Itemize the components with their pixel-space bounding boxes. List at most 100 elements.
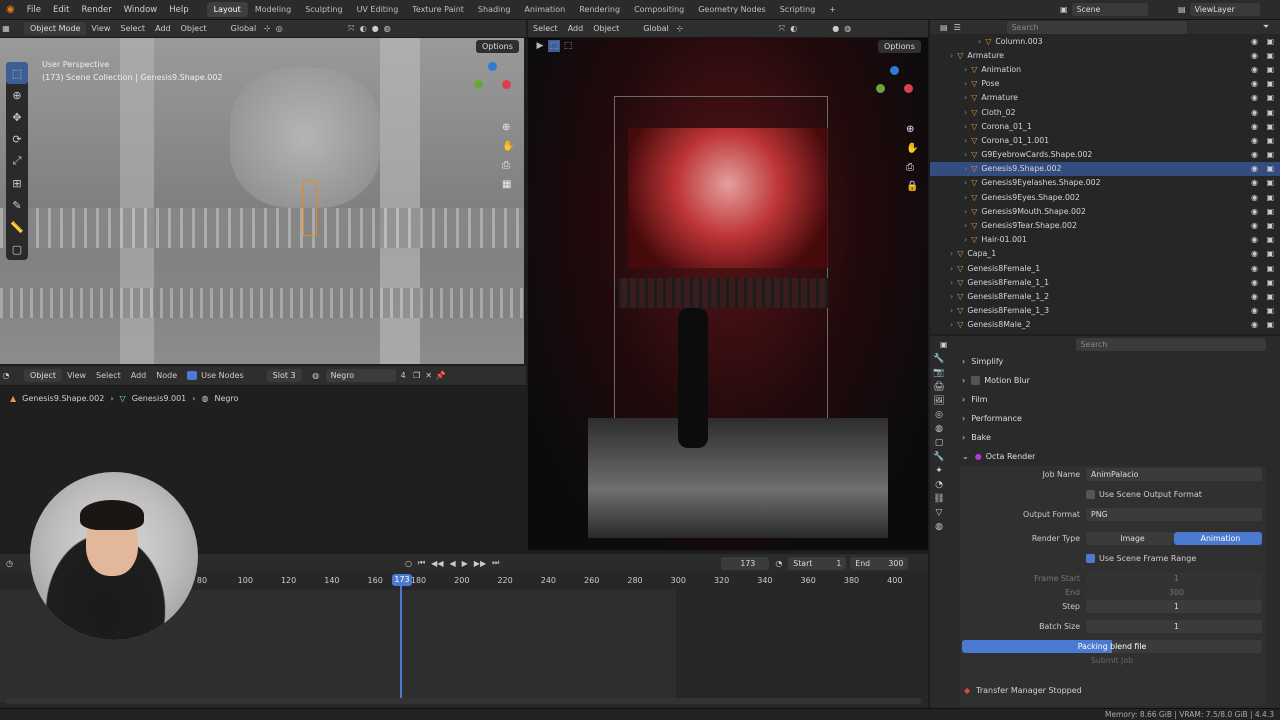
right-transform-dropdown[interactable]: Global bbox=[638, 24, 674, 33]
playhead[interactable] bbox=[400, 574, 402, 698]
outliner-row[interactable]: › ▽ Genesis8Female_1 ◉ ▣ bbox=[930, 261, 1280, 275]
right-zoom-icon[interactable]: ⊕ bbox=[906, 124, 918, 135]
tool-tab-icon[interactable]: 🔧 bbox=[933, 354, 944, 364]
properties-search[interactable]: Search bbox=[1075, 337, 1266, 351]
node-menu-add[interactable]: Add bbox=[126, 371, 152, 380]
viewport-menu-object[interactable]: Object bbox=[176, 24, 212, 33]
camera-icon[interactable]: ⎙ bbox=[502, 160, 514, 171]
outliner-row[interactable]: › ▽ Genesis8Female_1_1 ◉ ▣ bbox=[930, 275, 1280, 289]
pin-icon[interactable]: 📌 bbox=[435, 370, 447, 382]
navigation-gizmo[interactable] bbox=[470, 58, 516, 104]
visibility-eye-icon[interactable]: ◉ bbox=[1251, 249, 1258, 258]
right-select-box-icon[interactable]: ⬚ bbox=[548, 40, 560, 52]
render-visibility-icon[interactable]: ▣ bbox=[1266, 278, 1274, 287]
expand-icon[interactable]: › bbox=[950, 264, 953, 273]
scene-name[interactable]: Scene bbox=[1071, 3, 1148, 16]
use-nodes-checkbox[interactable] bbox=[187, 371, 198, 380]
expand-icon[interactable]: › bbox=[964, 178, 967, 187]
view-layer-selector[interactable]: ▤ ViewLayer bbox=[1178, 3, 1260, 16]
outliner-type-icon[interactable]: ▤ bbox=[940, 23, 948, 32]
visibility-eye-icon[interactable]: ◉ bbox=[1251, 164, 1258, 173]
tab-texture-paint[interactable]: Texture Paint bbox=[405, 2, 471, 17]
render-visibility-icon[interactable]: ▣ bbox=[1266, 150, 1274, 159]
expand-icon[interactable]: › bbox=[964, 93, 967, 102]
editor-type-icon[interactable]: ▦ bbox=[0, 23, 12, 35]
mode-dropdown[interactable]: Object Mode bbox=[24, 22, 87, 35]
right-camera-icon[interactable]: ⎙ bbox=[906, 162, 918, 173]
outliner-row[interactable]: › ▽ Column.003 ◉ ▣ bbox=[930, 34, 1280, 48]
right-viewport-menu-add[interactable]: Add bbox=[563, 24, 589, 33]
shading-solid-icon[interactable]: ● bbox=[369, 23, 381, 35]
use-scene-output-toggle[interactable]: Use Scene Output Format bbox=[1086, 490, 1202, 499]
right-viewport-menu-object[interactable]: Object bbox=[588, 24, 624, 33]
right-snap-icon[interactable]: ⊹ bbox=[674, 23, 686, 35]
tab-modeling[interactable]: Modeling bbox=[248, 2, 298, 17]
proportional-icon[interactable]: ◎ bbox=[273, 23, 285, 35]
expand-icon[interactable]: › bbox=[964, 65, 967, 74]
expand-icon[interactable]: › bbox=[964, 79, 967, 88]
render-visibility-icon[interactable]: ▣ bbox=[1266, 221, 1274, 230]
expand-icon[interactable]: › bbox=[964, 207, 967, 216]
snap-icon[interactable]: ⊹ bbox=[261, 23, 273, 35]
render-visibility-icon[interactable]: ▣ bbox=[1266, 264, 1274, 273]
right-lock-icon[interactable]: 🔒 bbox=[906, 181, 918, 192]
render-visibility-icon[interactable]: ▣ bbox=[1266, 320, 1274, 329]
constraint-tab-icon[interactable]: ⛓ bbox=[933, 494, 944, 504]
render-visibility-icon[interactable]: ▣ bbox=[1266, 207, 1274, 216]
render-visibility-icon[interactable]: ▣ bbox=[1266, 306, 1274, 315]
render-visibility-icon[interactable]: ▣ bbox=[1266, 235, 1274, 244]
visibility-eye-icon[interactable]: ◉ bbox=[1251, 207, 1258, 216]
copy-material-icon[interactable]: ❐ bbox=[411, 370, 423, 382]
options-button[interactable]: Options bbox=[476, 40, 519, 53]
data-tab-icon[interactable]: ▽ bbox=[936, 508, 943, 518]
scale-tool-icon[interactable]: ⤢ bbox=[6, 150, 28, 172]
menu-help[interactable]: Help bbox=[163, 5, 194, 15]
tab-animation[interactable]: Animation bbox=[517, 2, 572, 17]
render-visibility-icon[interactable]: ▣ bbox=[1266, 65, 1274, 74]
right-navigation-gizmo[interactable] bbox=[872, 62, 918, 108]
job-name-field[interactable]: AnimPalacio bbox=[1086, 468, 1262, 481]
right-play-icon[interactable]: ▶ bbox=[534, 40, 546, 52]
outliner-row[interactable]: › ▽ Genesis9Eyelashes.Shape.002 ◉ ▣ bbox=[930, 176, 1280, 190]
outliner-row[interactable]: › ▽ Genesis9Eyes.Shape.002 ◉ ▣ bbox=[930, 190, 1280, 204]
breadcrumb-material[interactable]: Negro bbox=[214, 394, 238, 403]
section-bake[interactable]: › Bake bbox=[930, 428, 1280, 447]
material-tab-icon[interactable]: ◍ bbox=[935, 522, 943, 532]
move-tool-icon[interactable]: ✥ bbox=[6, 106, 28, 128]
outliner-row[interactable]: › ▽ Genesis8Female_1_3 ◉ ▣ bbox=[930, 304, 1280, 318]
use-scene-frame-range-checkbox[interactable] bbox=[1086, 554, 1095, 563]
use-nodes-toggle[interactable]: Use Nodes bbox=[182, 371, 249, 380]
render-visibility-icon[interactable]: ▣ bbox=[1266, 37, 1274, 46]
submit-job-button[interactable]: Submit Job bbox=[962, 656, 1262, 665]
visibility-eye-icon[interactable]: ◉ bbox=[1251, 193, 1258, 202]
visibility-eye-icon[interactable]: ◉ bbox=[1251, 37, 1258, 46]
grid-icon[interactable]: ▦ bbox=[502, 179, 514, 190]
viewport-menu-view[interactable]: View bbox=[86, 24, 115, 33]
visibility-eye-icon[interactable]: ◉ bbox=[1251, 122, 1258, 131]
render-visibility-icon[interactable]: ▣ bbox=[1266, 249, 1274, 258]
outliner-row[interactable]: › ▽ Genesis9.Shape.002 ◉ ▣ bbox=[930, 161, 1280, 176]
visibility-eye-icon[interactable]: ◉ bbox=[1251, 51, 1258, 60]
viewport-menu-add[interactable]: Add bbox=[150, 24, 176, 33]
expand-icon[interactable]: › bbox=[950, 320, 953, 329]
menu-file[interactable]: File bbox=[21, 5, 47, 15]
add-cube-tool-icon[interactable]: ▢ bbox=[6, 238, 28, 260]
material-name-field[interactable]: Negro bbox=[325, 369, 396, 382]
annotate-tool-icon[interactable]: ✎ bbox=[6, 194, 28, 216]
render-visibility-icon[interactable]: ▣ bbox=[1266, 136, 1274, 145]
render-tab-icon[interactable]: 📷 bbox=[933, 368, 944, 378]
motion-blur-checkbox[interactable] bbox=[971, 376, 981, 385]
visibility-eye-icon[interactable]: ◉ bbox=[1251, 320, 1258, 329]
outliner-display-icon[interactable]: ☰ bbox=[954, 23, 961, 32]
output-format-dropdown[interactable]: PNG bbox=[1086, 508, 1262, 521]
expand-icon[interactable]: › bbox=[950, 51, 953, 60]
left-3d-viewport[interactable]: User Perspective (173) Scene Collection … bbox=[0, 38, 524, 364]
properties-type-icon[interactable]: ▣ bbox=[940, 340, 948, 349]
visibility-eye-icon[interactable]: ◉ bbox=[1251, 221, 1258, 230]
section-film[interactable]: › Film bbox=[930, 390, 1280, 409]
use-scene-output-checkbox[interactable] bbox=[1086, 490, 1095, 499]
outliner-row[interactable]: › ▽ Hair-01.001 ◉ ▣ bbox=[930, 233, 1280, 247]
node-menu-view[interactable]: View bbox=[62, 371, 91, 380]
pan-hand-icon[interactable]: ✋ bbox=[502, 141, 514, 152]
outliner-row[interactable]: › ▽ Genesis9Tear.Shape.002 ◉ ▣ bbox=[930, 218, 1280, 232]
